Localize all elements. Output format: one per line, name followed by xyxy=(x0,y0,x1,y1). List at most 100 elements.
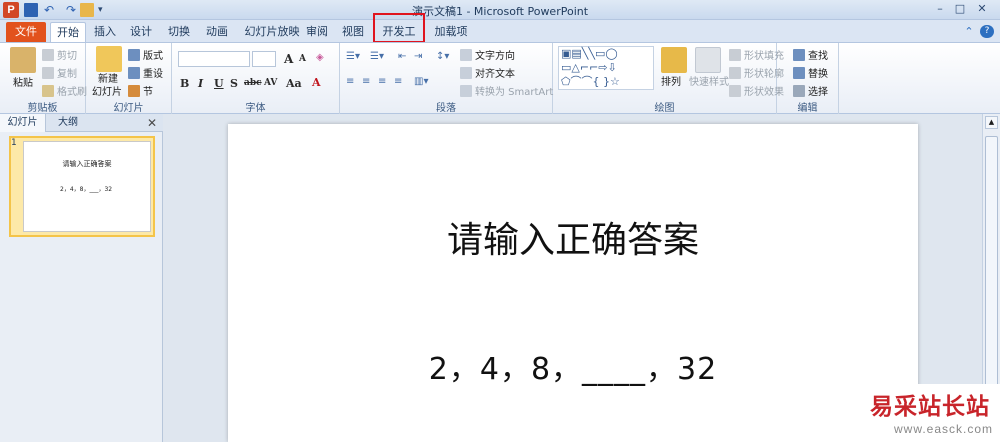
align-text-button[interactable]: 对齐文本 xyxy=(460,65,515,80)
slide-canvas[interactable]: 请输入正确答案 2，4，8，____，32 xyxy=(228,124,918,442)
format-painter-label: 格式刷 xyxy=(57,87,87,98)
binoculars-icon xyxy=(793,49,805,61)
copy-label: 复制 xyxy=(57,69,77,80)
text-direction-button[interactable]: 文字方向 xyxy=(460,47,515,62)
panel-tab-slides[interactable]: 幻灯片 xyxy=(0,114,46,132)
underline-button[interactable]: U xyxy=(214,77,224,90)
thumbnail-title: 请输入正确答案 xyxy=(62,160,112,168)
justify-icon[interactable]: ≡ xyxy=(394,76,402,87)
replace-icon xyxy=(793,67,805,79)
quick-styles-button[interactable]: 快速样式 xyxy=(689,73,729,88)
section-label: 节 xyxy=(143,87,153,98)
minimize-ribbon-icon[interactable]: ⌃ xyxy=(962,22,976,42)
change-case-button[interactable]: Aa xyxy=(286,77,302,90)
section-icon xyxy=(128,85,140,97)
drawing-group-label: 绘图 xyxy=(654,103,675,114)
align-center-icon[interactable]: ≡ xyxy=(362,76,370,87)
tab-insert[interactable]: 插入 xyxy=(92,22,118,42)
layout-icon xyxy=(128,49,140,61)
shadow-button[interactable]: S xyxy=(230,77,238,90)
new-slide-icon[interactable] xyxy=(96,46,122,72)
reset-icon xyxy=(128,67,140,79)
tab-transitions[interactable]: 切换 xyxy=(166,22,192,42)
replace-button[interactable]: 替换 xyxy=(793,65,828,80)
copy-button[interactable]: 复制 xyxy=(42,65,77,80)
bullets-icon[interactable]: ☰▾ xyxy=(346,51,360,62)
slide-title[interactable]: 请输入正确答案 xyxy=(228,211,918,263)
font-group-label: 字体 xyxy=(245,103,266,114)
italic-button[interactable]: I xyxy=(198,77,203,90)
paste-button[interactable]: 粘贴 xyxy=(13,74,33,89)
increase-indent-icon[interactable]: ⇥ xyxy=(414,51,422,62)
reset-button[interactable]: 重设 xyxy=(128,65,163,80)
watermark-url: www.easck.com xyxy=(894,422,994,436)
help-icon[interactable]: ? xyxy=(980,25,994,38)
panel-tab-outline[interactable]: 大纲 xyxy=(48,114,88,132)
shape-fill-button[interactable]: 形状填充 xyxy=(729,47,784,62)
convert-smartart-button[interactable]: 转换为 SmartArt xyxy=(460,83,553,98)
scrollbar-thumb[interactable] xyxy=(985,136,998,386)
scroll-up-arrow-icon[interactable]: ▲ xyxy=(985,116,998,129)
shape-effects-button[interactable]: 形状效果 xyxy=(729,83,784,98)
select-button[interactable]: 选择 xyxy=(793,83,828,98)
font-size-combo[interactable] xyxy=(252,51,276,67)
clear-format-icon[interactable]: ◈ xyxy=(316,52,324,63)
developer-tab-highlight-box xyxy=(373,13,425,43)
slide-body-text[interactable]: 2，4，8，____，32 xyxy=(228,344,918,388)
decrease-indent-icon[interactable]: ⇤ xyxy=(398,51,406,62)
tab-view[interactable]: 视图 xyxy=(340,22,366,42)
tab-home[interactable]: 开始 xyxy=(50,22,86,42)
tab-slideshow[interactable]: 幻灯片放映 xyxy=(242,22,302,42)
slides-group-label: 幻灯片 xyxy=(113,103,144,114)
quick-styles-icon[interactable] xyxy=(695,47,721,73)
copy-icon xyxy=(42,67,54,79)
cursor-icon xyxy=(793,85,805,97)
paste-icon[interactable] xyxy=(10,47,36,73)
editing-group-label: 编辑 xyxy=(797,103,818,114)
font-name-combo[interactable] xyxy=(178,51,250,67)
find-label: 查找 xyxy=(808,51,828,62)
layout-button[interactable]: 版式 xyxy=(128,47,163,62)
strikethrough-button[interactable]: abc xyxy=(244,78,262,88)
arrange-icon[interactable] xyxy=(661,47,687,73)
select-label: 选择 xyxy=(808,87,828,98)
tab-review[interactable]: 审阅 xyxy=(304,22,330,42)
maximize-button[interactable]: □ xyxy=(952,2,968,16)
tab-file[interactable]: 文件 xyxy=(6,22,46,42)
cut-label: 剪切 xyxy=(57,51,77,62)
smartart-label: 转换为 SmartArt xyxy=(475,87,554,98)
text-direction-label: 文字方向 xyxy=(475,51,515,62)
close-panel-icon[interactable]: ✕ xyxy=(147,116,157,130)
minimize-button[interactable]: – xyxy=(932,2,948,16)
thumbnail-body: 2，4，8，___，32 xyxy=(60,186,113,193)
cut-button[interactable]: 剪切 xyxy=(42,47,77,62)
shape-outline-button[interactable]: 形状轮廓 xyxy=(729,65,784,80)
tab-addins[interactable]: 加载项 xyxy=(433,22,469,42)
text-direction-icon xyxy=(460,49,472,61)
char-spacing-button[interactable]: AV xyxy=(264,78,277,88)
effects-icon xyxy=(729,85,741,97)
close-window-button[interactable]: ✕ xyxy=(974,2,990,16)
arrange-button[interactable]: 排列 xyxy=(661,73,681,88)
shapes-gallery[interactable]: ▣▤╲╲▭◯ ▭△⌐⌐⇨⇩ ⬠⌒⌒{ }☆ xyxy=(558,46,654,90)
new-slide-label-2[interactable]: 幻灯片 xyxy=(92,83,122,98)
format-painter-button[interactable]: 格式刷 xyxy=(42,83,87,98)
outline-pen-icon xyxy=(729,67,741,79)
tab-animations[interactable]: 动画 xyxy=(204,22,230,42)
paragraph-group: ☰▾ ☰▾ ⇤ ⇥ ↕▾ ≡ ≡ ≡ ≡ ▥▾ 文字方向 对齐文本 转换为 Sm… xyxy=(340,43,553,115)
replace-label: 替换 xyxy=(808,69,828,80)
align-left-icon[interactable]: ≡ xyxy=(346,76,354,87)
scissors-icon xyxy=(42,49,54,61)
line-spacing-icon[interactable]: ↕▾ xyxy=(436,51,449,62)
find-button[interactable]: 查找 xyxy=(793,47,828,62)
slide-thumbnail[interactable]: 请输入正确答案 2，4，8，___，32 xyxy=(9,136,155,237)
tab-design[interactable]: 设计 xyxy=(128,22,154,42)
font-color-button[interactable]: A xyxy=(312,76,321,89)
section-button[interactable]: 节 xyxy=(128,83,153,98)
columns-icon[interactable]: ▥▾ xyxy=(414,76,428,87)
grow-font-button[interactable]: A xyxy=(284,52,293,66)
align-right-icon[interactable]: ≡ xyxy=(378,76,386,87)
shrink-font-button[interactable]: A xyxy=(299,54,306,64)
numbering-icon[interactable]: ☰▾ xyxy=(370,51,384,62)
bold-button[interactable]: B xyxy=(180,77,189,90)
